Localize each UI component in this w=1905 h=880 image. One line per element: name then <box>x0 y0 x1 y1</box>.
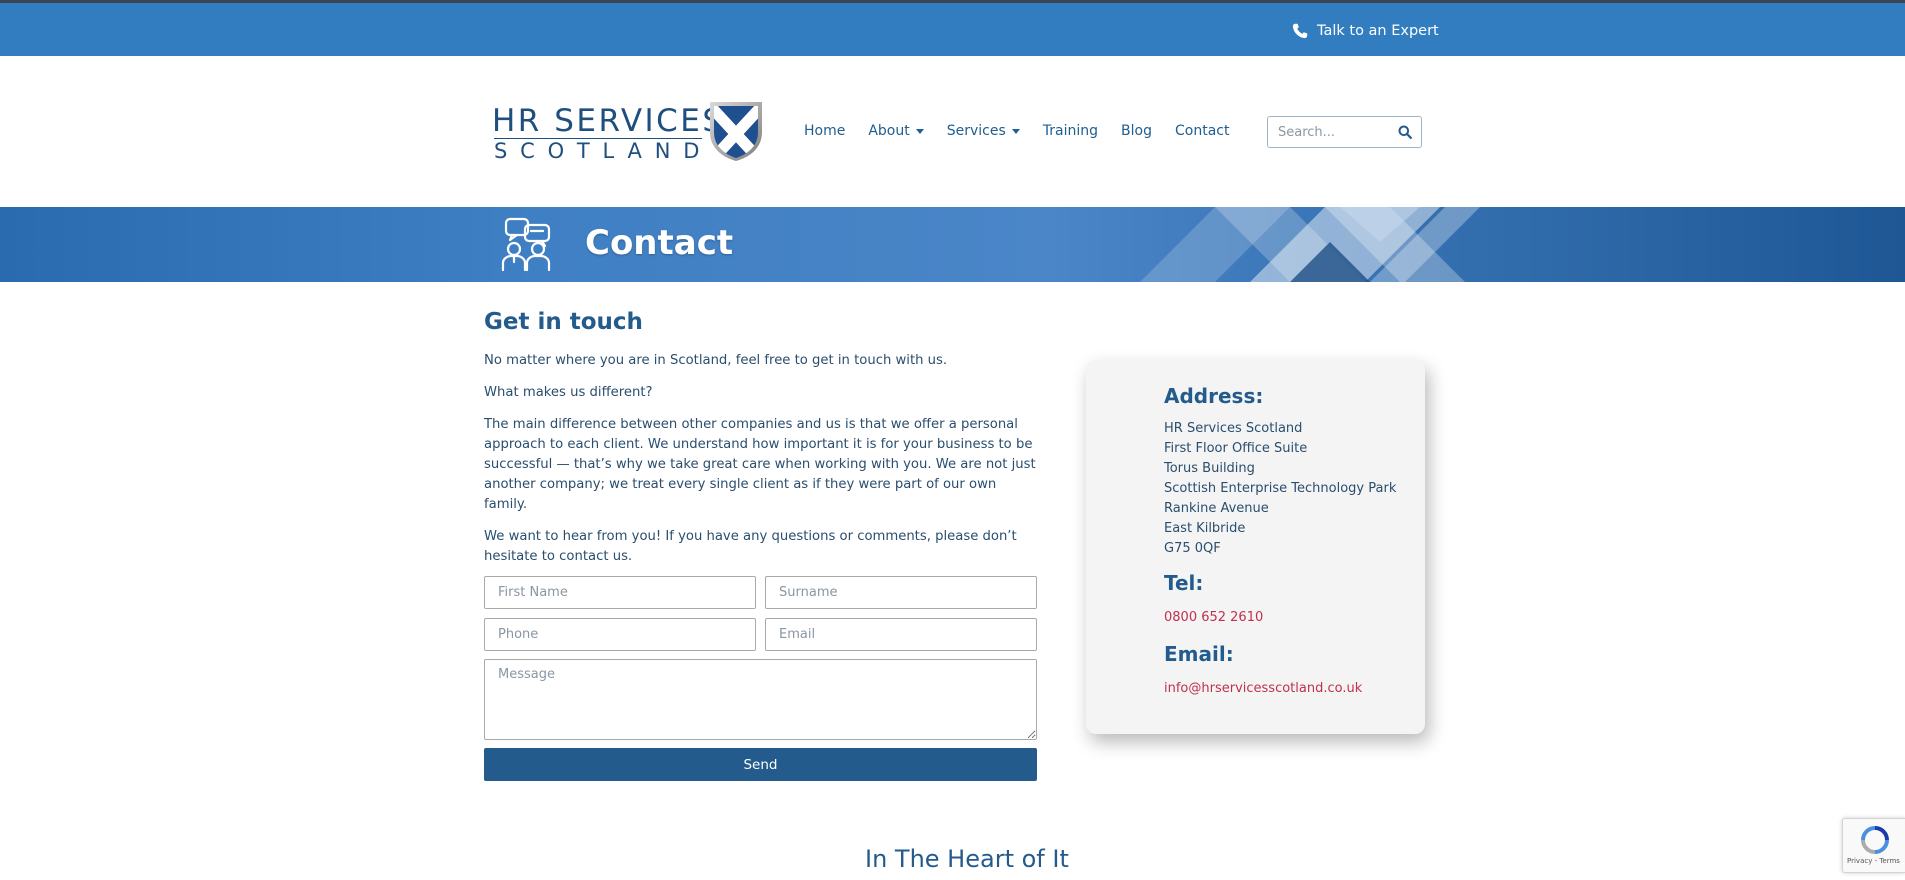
address-line: East Kilbride <box>1164 521 1246 536</box>
nav-item-label: Home <box>804 123 846 139</box>
nav-item-label: About <box>868 123 910 139</box>
top-bar: Talk to an Expert <box>0 0 1905 56</box>
phone-field[interactable] <box>484 618 756 651</box>
get-in-touch-heading: Get in touch <box>484 309 643 335</box>
banner-decoration <box>1140 207 1480 282</box>
contact-info-card: Address: HR Services Scotland First Floo… <box>1086 360 1425 734</box>
logo-line1: HR SERVICES <box>492 103 725 139</box>
nav-item-training[interactable]: Training <box>1043 123 1098 139</box>
site-header: HR SERVICES SCOTLAND Home About Services… <box>0 56 1905 207</box>
address-heading: Address: <box>1164 384 1264 408</box>
search-box <box>1267 116 1422 148</box>
address-line: Scottish Enterprise Technology Park <box>1164 481 1397 496</box>
address-line: Rankine Avenue <box>1164 501 1269 516</box>
nav-item-services[interactable]: Services <box>947 123 1020 139</box>
nav-item-label: Training <box>1042 123 1099 139</box>
address-line: G75 0QF <box>1164 541 1221 556</box>
logo-line2: SCOTLAND <box>494 139 713 163</box>
caret-down-icon <box>915 128 924 134</box>
page-title: Contact <box>585 223 734 263</box>
search-icon[interactable] <box>1398 125 1412 139</box>
send-button[interactable]: Send <box>484 748 1037 781</box>
first-name-field[interactable] <box>484 576 756 609</box>
recaptcha-icon <box>1861 826 1889 854</box>
nav-item-contact[interactable]: Contact <box>1175 123 1229 139</box>
address-line: First Floor Office Suite <box>1164 441 1308 456</box>
nav-item-home[interactable]: Home <box>804 123 845 139</box>
nav-item-blog[interactable]: Blog <box>1121 123 1152 139</box>
address-line: HR Services Scotland <box>1164 421 1303 436</box>
intro-paragraph-4: We want to hear from you! If you have an… <box>484 529 1017 564</box>
site-logo[interactable]: HR SERVICES SCOTLAND <box>490 100 765 164</box>
surname-field[interactable] <box>765 576 1037 609</box>
nav-item-label: Contact <box>1175 123 1230 139</box>
caret-down-icon <box>1011 128 1020 134</box>
email-field[interactable] <box>765 618 1037 651</box>
saltire-shield-icon <box>710 102 762 161</box>
phone-icon <box>1292 23 1308 39</box>
talk-to-expert-link[interactable]: Talk to an Expert <box>1292 19 1439 43</box>
intro-paragraph-3: The main difference between other compan… <box>484 417 1036 512</box>
recaptcha-links[interactable]: Privacy - Terms <box>1847 857 1900 865</box>
nav-item-about[interactable]: About <box>868 123 924 139</box>
search-input[interactable] <box>1278 117 1393 147</box>
message-field[interactable] <box>484 659 1037 740</box>
nav-item-label: Services <box>946 123 1006 139</box>
intro-paragraph-1: No matter where you are in Scotland, fee… <box>484 353 948 368</box>
intro-section: Get in touch No matter where you are in … <box>484 306 1039 579</box>
address-line: Torus Building <box>1164 461 1255 476</box>
email-link[interactable]: info@hrservicesscotland.co.uk <box>1164 679 1414 699</box>
email-heading: Email: <box>1164 642 1234 666</box>
page-banner: Contact <box>0 207 1905 282</box>
chat-people-icon <box>501 217 551 272</box>
tel-heading: Tel: <box>1164 571 1204 595</box>
recaptcha-badge[interactable]: Privacy - Terms <box>1842 818 1905 873</box>
intro-paragraph-2: What makes us different? <box>484 385 653 400</box>
main-nav: Home About Services Training Blog Contac… <box>804 119 1252 143</box>
phone-link[interactable]: 0800 652 2610 <box>1164 608 1414 628</box>
nav-item-label: Blog <box>1121 123 1152 139</box>
talk-to-expert-label: Talk to an Expert <box>1317 23 1439 39</box>
section-heading: In The Heart of It <box>865 845 1069 873</box>
address-block: HR Services Scotland First Floor Office … <box>1164 419 1414 559</box>
